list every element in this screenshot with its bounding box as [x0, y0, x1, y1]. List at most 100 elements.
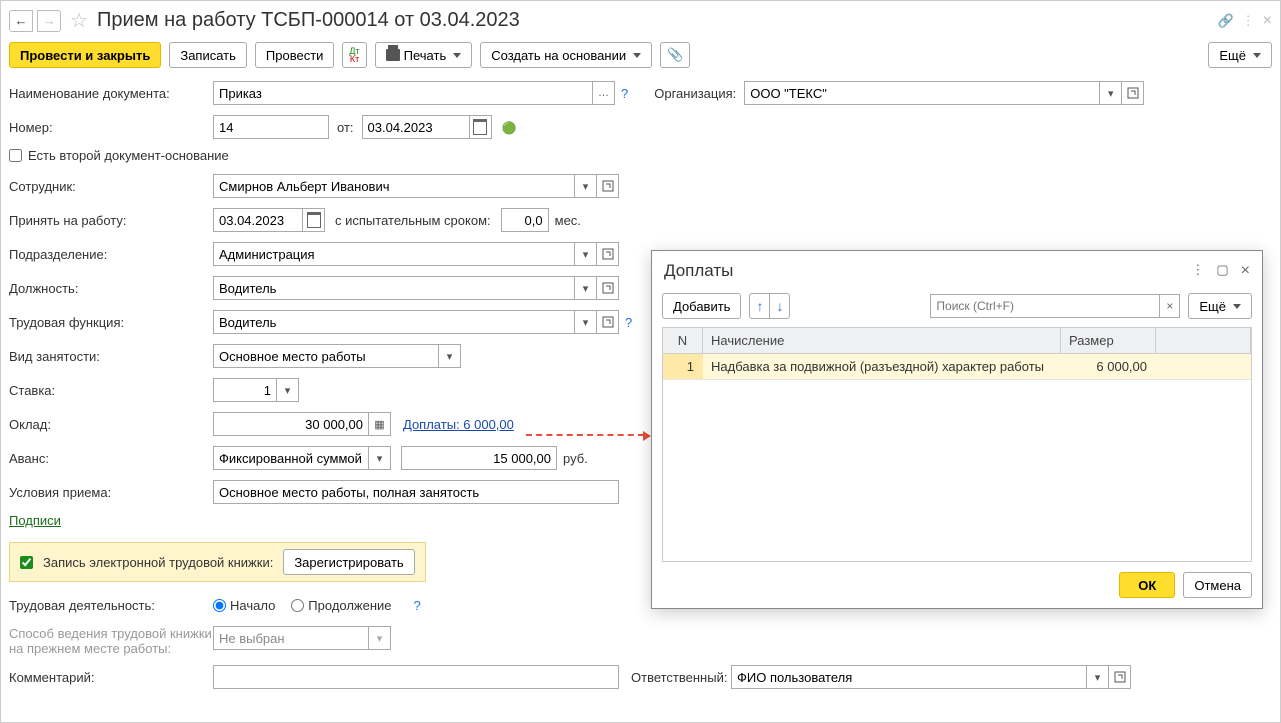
probation-input[interactable] [501, 208, 549, 232]
popup-search-input[interactable] [930, 294, 1160, 318]
hire-calendar-icon[interactable] [303, 208, 325, 232]
title-bar: ← → ☆ Прием на работу ТСБП-000014 от 03.… [9, 9, 1272, 32]
grid-header-size[interactable]: Размер [1061, 328, 1156, 353]
labor-function-help-icon[interactable]: ? [625, 315, 632, 330]
popup-kebab-icon[interactable]: ⋮ [1191, 262, 1204, 280]
date-input[interactable] [362, 115, 470, 139]
responsible-expand-button[interactable] [1109, 665, 1131, 689]
hire-date-input[interactable] [213, 208, 303, 232]
from-label: от: [337, 120, 354, 135]
advance-label: Аванс: [9, 451, 213, 466]
popup-maximize-icon[interactable]: ▢ [1216, 262, 1228, 280]
comment-label: Комментарий: [9, 670, 213, 685]
activity-help-icon[interactable]: ? [414, 598, 421, 613]
surcharges-grid[interactable]: N Начисление Размер 1 Надбавка за подвиж… [662, 327, 1252, 562]
create-based-on-button[interactable]: Создать на основании [480, 42, 652, 68]
attachments-button[interactable] [660, 42, 690, 68]
responsible-input[interactable] [731, 665, 1087, 689]
number-label: Номер: [9, 120, 213, 135]
doc-name-ellipsis-button[interactable]: … [593, 81, 615, 105]
salary-input[interactable] [213, 412, 369, 436]
popup-close-icon[interactable]: × [1241, 262, 1250, 280]
popup-more-button[interactable]: Ещё [1188, 293, 1252, 319]
advance-type-dropdown-button[interactable]: ▾ [369, 446, 391, 470]
org-input[interactable] [744, 81, 1100, 105]
main-window: ← → ☆ Прием на работу ТСБП-000014 от 03.… [0, 0, 1281, 723]
book-method-label: Способ ведения трудовой книжки на прежне… [9, 626, 213, 656]
labor-function-label: Трудовая функция: [9, 315, 213, 330]
post-button[interactable]: Провести [255, 42, 335, 68]
employment-type-input[interactable] [213, 344, 439, 368]
position-input[interactable] [213, 276, 575, 300]
close-icon[interactable]: × [1263, 12, 1272, 30]
book-method-input [213, 626, 369, 650]
labor-function-expand-button[interactable] [597, 310, 619, 334]
activity-start-radio[interactable]: Начало [213, 598, 275, 613]
calendar-icon[interactable] [470, 115, 492, 139]
department-expand-button[interactable] [597, 242, 619, 266]
probation-unit: мес. [555, 213, 581, 228]
help-icon[interactable]: ? [621, 86, 628, 101]
kebab-icon[interactable]: ⋮ [1242, 13, 1255, 29]
expand-icon [1127, 87, 1139, 99]
register-button[interactable]: Зарегистрировать [283, 549, 414, 575]
salary-calc-icon[interactable]: ▦ [369, 412, 391, 436]
grid-header-n[interactable]: N [663, 328, 703, 353]
activity-label: Трудовая деятельность: [9, 598, 213, 613]
employee-input[interactable] [213, 174, 575, 198]
annotation-arrow [526, 434, 644, 436]
nav-back-button[interactable]: ← [9, 10, 33, 32]
department-input[interactable] [213, 242, 575, 266]
rate-dropdown-button[interactable]: ▾ [277, 378, 299, 402]
department-dropdown-button[interactable]: ▾ [575, 242, 597, 266]
grid-header-name[interactable]: Начисление [703, 328, 1061, 353]
position-dropdown-button[interactable]: ▾ [575, 276, 597, 300]
position-expand-button[interactable] [597, 276, 619, 300]
employee-label: Сотрудник: [9, 179, 213, 194]
org-expand-button[interactable] [1122, 81, 1144, 105]
number-input[interactable] [213, 115, 329, 139]
save-button[interactable]: Записать [169, 42, 247, 68]
more-button[interactable]: Ещё [1208, 42, 1272, 68]
advance-unit: руб. [563, 451, 588, 466]
rate-input[interactable] [213, 378, 277, 402]
page-title: Прием на работу ТСБП-000014 от 03.04.202… [97, 9, 520, 32]
popup-ok-button[interactable]: ОК [1119, 572, 1175, 598]
employee-dropdown-button[interactable]: ▾ [575, 174, 597, 198]
employment-type-label: Вид занятости: [9, 349, 213, 364]
grid-cell-name: Надбавка за подвижной (разъездной) харак… [703, 354, 1061, 379]
book-method-dropdown-button: ▾ [369, 626, 391, 650]
employment-type-dropdown-button[interactable]: ▾ [439, 344, 461, 368]
signatures-link[interactable]: Подписи [9, 513, 61, 528]
surcharges-link[interactable]: Доплаты: 6 000,00 [403, 417, 514, 432]
send-icon[interactable] [502, 120, 517, 135]
advance-amount-input[interactable] [401, 446, 557, 470]
doc-name-label: Наименование документа: [9, 86, 213, 101]
labor-function-input[interactable] [213, 310, 575, 334]
employee-expand-button[interactable] [597, 174, 619, 198]
popup-move-up-button[interactable]: ↑ [749, 293, 770, 319]
conditions-input[interactable] [213, 480, 619, 504]
popup-move-down-button[interactable]: ↓ [770, 293, 790, 319]
nav-forward-button[interactable]: → [37, 10, 61, 32]
post-and-close-button[interactable]: Провести и закрыть [9, 42, 161, 68]
favorite-star-icon[interactable]: ☆ [69, 11, 89, 31]
grid-header-blank [1156, 328, 1251, 353]
org-dropdown-button[interactable]: ▾ [1100, 81, 1122, 105]
dtkt-button[interactable]: ДтКт [342, 42, 366, 68]
print-button[interactable]: Печать [375, 42, 473, 68]
doc-name-input[interactable] [213, 81, 593, 105]
popup-add-button[interactable]: Добавить [662, 293, 741, 319]
activity-continue-radio[interactable]: Продолжение [291, 598, 391, 613]
popup-search-clear-button[interactable]: × [1160, 294, 1180, 318]
link-icon[interactable] [1217, 13, 1233, 29]
etk-checkbox[interactable] [20, 556, 33, 569]
labor-function-dropdown-button[interactable]: ▾ [575, 310, 597, 334]
comment-input[interactable] [213, 665, 619, 689]
popup-cancel-button[interactable]: Отмена [1183, 572, 1252, 598]
printer-icon [386, 49, 400, 61]
responsible-dropdown-button[interactable]: ▾ [1087, 665, 1109, 689]
advance-type-input[interactable] [213, 446, 369, 470]
grid-row[interactable]: 1 Надбавка за подвижной (разъездной) хар… [663, 354, 1251, 380]
second-doc-checkbox[interactable] [9, 149, 22, 162]
